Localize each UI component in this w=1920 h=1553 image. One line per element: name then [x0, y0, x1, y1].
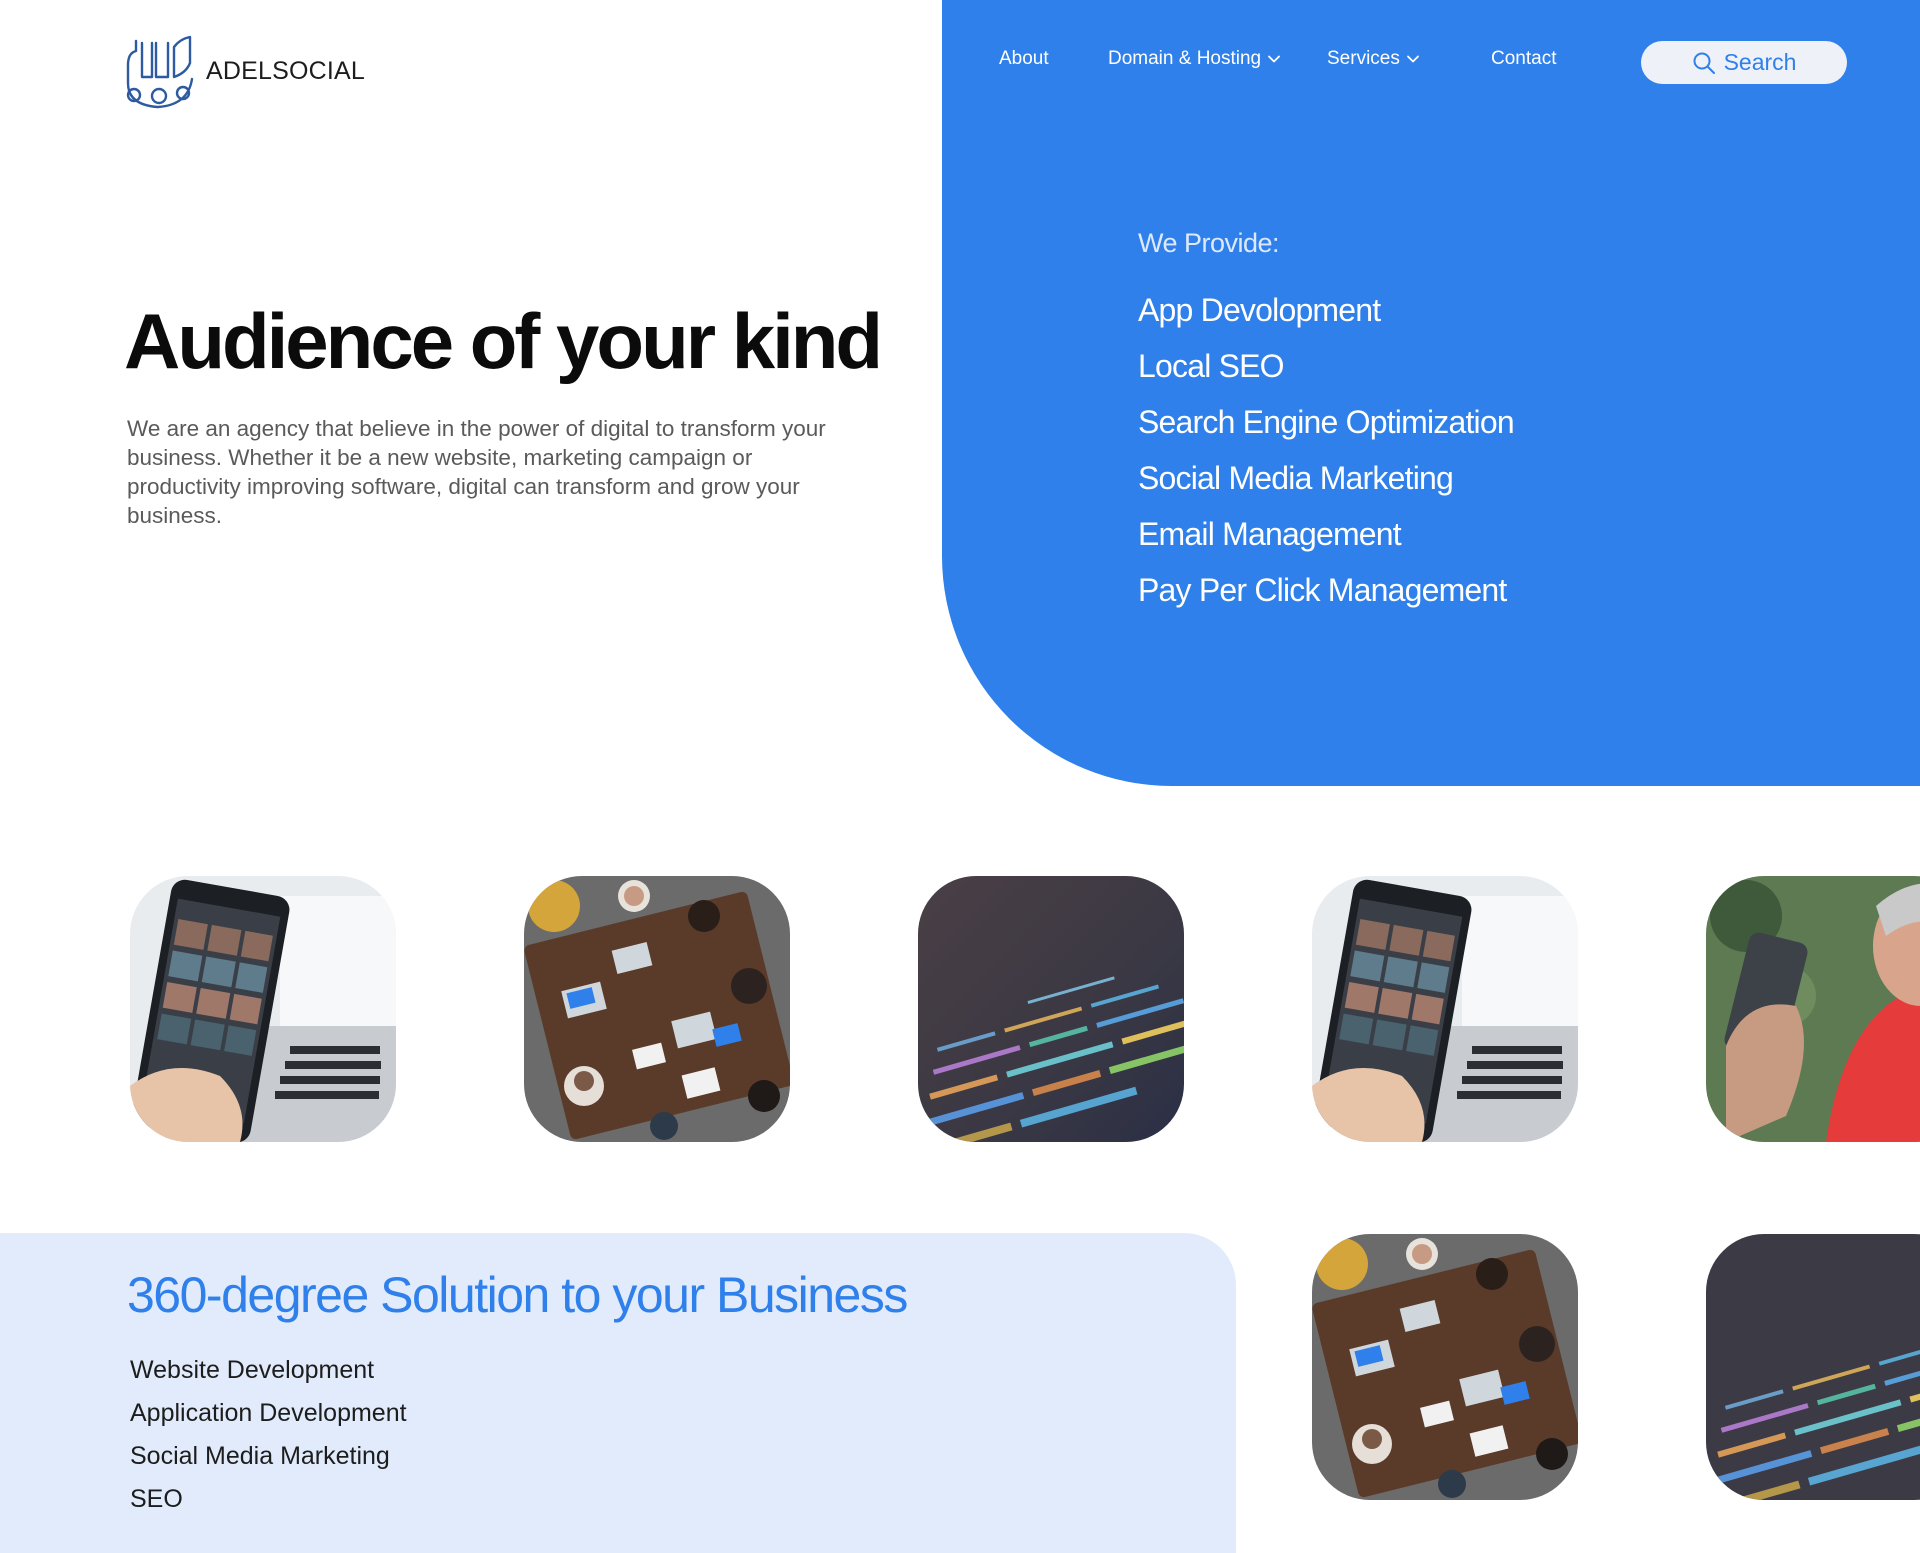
- gallery-image-phone[interactable]: [130, 876, 396, 1142]
- nav-item-about[interactable]: About: [999, 48, 1049, 70]
- solution-list: Website Development Application Developm…: [130, 1352, 407, 1524]
- chevron-down-icon: [1406, 55, 1419, 63]
- service-item[interactable]: Social Media Marketing: [1138, 454, 1514, 510]
- nav-item-contact[interactable]: Contact: [1491, 48, 1556, 70]
- adelsocial-logo-icon: [126, 35, 194, 109]
- nav-item-label: About: [999, 48, 1049, 69]
- gallery-image-phone-2[interactable]: [1312, 876, 1578, 1142]
- phone-photo-image: [130, 876, 396, 1142]
- chevron-down-icon: [1268, 55, 1281, 63]
- team-meeting-image: [1312, 1234, 1578, 1500]
- brand-name: ADELSOCIAL: [206, 56, 366, 85]
- hero-description: We are an agency that believe in the pow…: [127, 416, 826, 528]
- phone-photo-image: [1312, 876, 1578, 1142]
- service-item[interactable]: Search Engine Optimization: [1138, 398, 1515, 454]
- gallery-image-code-2[interactable]: [1706, 1234, 1920, 1500]
- page-title: Audience of your kind: [124, 297, 883, 385]
- provided-services-list: App Devolopment Local SEO Search Engine …: [1138, 286, 1515, 622]
- nav-item-label: Contact: [1491, 48, 1557, 69]
- provide-label: We Provide:: [1138, 228, 1280, 258]
- nav-item-domain-hosting[interactable]: Domain & Hosting: [1108, 48, 1281, 70]
- code-screen-image: [1706, 1234, 1920, 1500]
- nav-item-label: Domain & Hosting: [1108, 48, 1262, 69]
- gallery-image-code[interactable]: [918, 876, 1184, 1142]
- solution-item: Application Development: [130, 1399, 407, 1427]
- solution-item: Website Development: [130, 1356, 375, 1384]
- service-item[interactable]: Pay Per Click Management: [1138, 566, 1514, 622]
- woman-phone-image: [1706, 876, 1920, 1142]
- brand-logo[interactable]: ADELSOCIAL: [122, 33, 365, 109]
- code-screen-image: [918, 876, 1184, 1142]
- service-item[interactable]: Local SEO: [1138, 342, 1514, 398]
- service-item[interactable]: App Devolopment: [1138, 286, 1514, 342]
- service-item[interactable]: Email Management: [1138, 510, 1514, 566]
- solution-item: SEO: [130, 1485, 183, 1513]
- gallery-image-team[interactable]: [524, 876, 790, 1142]
- solution-item: Social Media Marketing: [130, 1442, 390, 1470]
- gallery-image-team-2[interactable]: [1312, 1234, 1578, 1500]
- search-icon: [1693, 52, 1715, 74]
- search-label: Search: [1723, 49, 1797, 75]
- team-meeting-image: [524, 876, 790, 1142]
- nav-item-services[interactable]: Services: [1327, 48, 1420, 70]
- solution-title: 360-degree Solution to your Business: [127, 1267, 908, 1323]
- gallery-image-woman[interactable]: [1706, 876, 1920, 1142]
- nav-item-label: Services: [1327, 48, 1400, 69]
- search-button[interactable]: Search: [1641, 41, 1847, 84]
